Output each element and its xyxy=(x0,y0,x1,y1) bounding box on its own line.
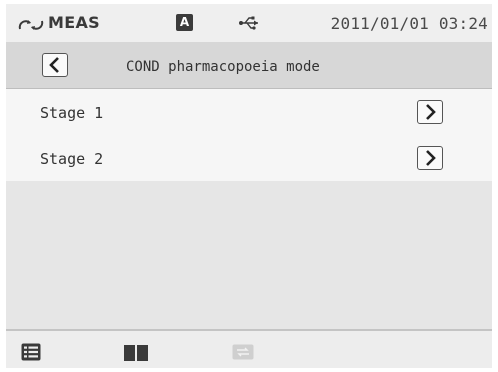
list-item-label: Stage 1 xyxy=(40,104,104,122)
back-button[interactable] xyxy=(42,53,68,77)
page-title: COND pharmacopoeia mode xyxy=(126,59,320,75)
auto-badge: A xyxy=(176,14,193,31)
list-item-label: Stage 2 xyxy=(40,150,104,168)
mode-label: MEAS xyxy=(48,13,100,32)
data-transfer-icon xyxy=(232,344,254,360)
usb-icon xyxy=(238,14,262,32)
status-bar: MEAS A 2011/01/01 03:24 xyxy=(6,4,492,42)
measure-icon xyxy=(18,16,44,30)
book-icon[interactable] xyxy=(124,345,148,361)
device-screen: MEAS A 2011/01/01 03:24 COND pharmacopoe… xyxy=(6,4,492,368)
list-item-stage-2[interactable]: Stage 2 xyxy=(6,135,492,182)
list-item-stage-1[interactable]: Stage 1 xyxy=(6,89,492,136)
back-arrow-icon xyxy=(49,57,59,73)
forward-arrow-icon xyxy=(426,150,436,166)
open-stage-1-button[interactable] xyxy=(417,100,443,124)
menu-list-icon[interactable] xyxy=(21,343,41,361)
forward-arrow-icon xyxy=(426,104,436,120)
empty-list-area xyxy=(6,181,492,329)
datetime: 2011/01/01 03:24 xyxy=(330,14,488,33)
bottom-toolbar xyxy=(6,329,492,368)
open-stage-2-button[interactable] xyxy=(417,146,443,170)
